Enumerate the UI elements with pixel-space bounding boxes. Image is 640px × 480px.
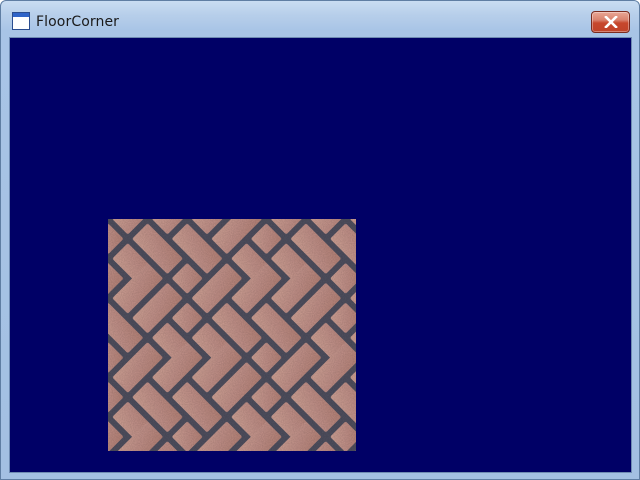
close-button[interactable]	[591, 11, 630, 33]
application-window: FloorCorner	[0, 0, 640, 480]
render-viewport[interactable]	[9, 37, 632, 473]
close-icon	[604, 16, 618, 28]
window-app-icon	[12, 12, 30, 30]
herringbone-brick-texture	[108, 219, 356, 451]
floor-texture-quad	[108, 219, 356, 451]
title-bar[interactable]: FloorCorner	[1, 1, 639, 37]
window-title: FloorCorner	[36, 14, 120, 30]
